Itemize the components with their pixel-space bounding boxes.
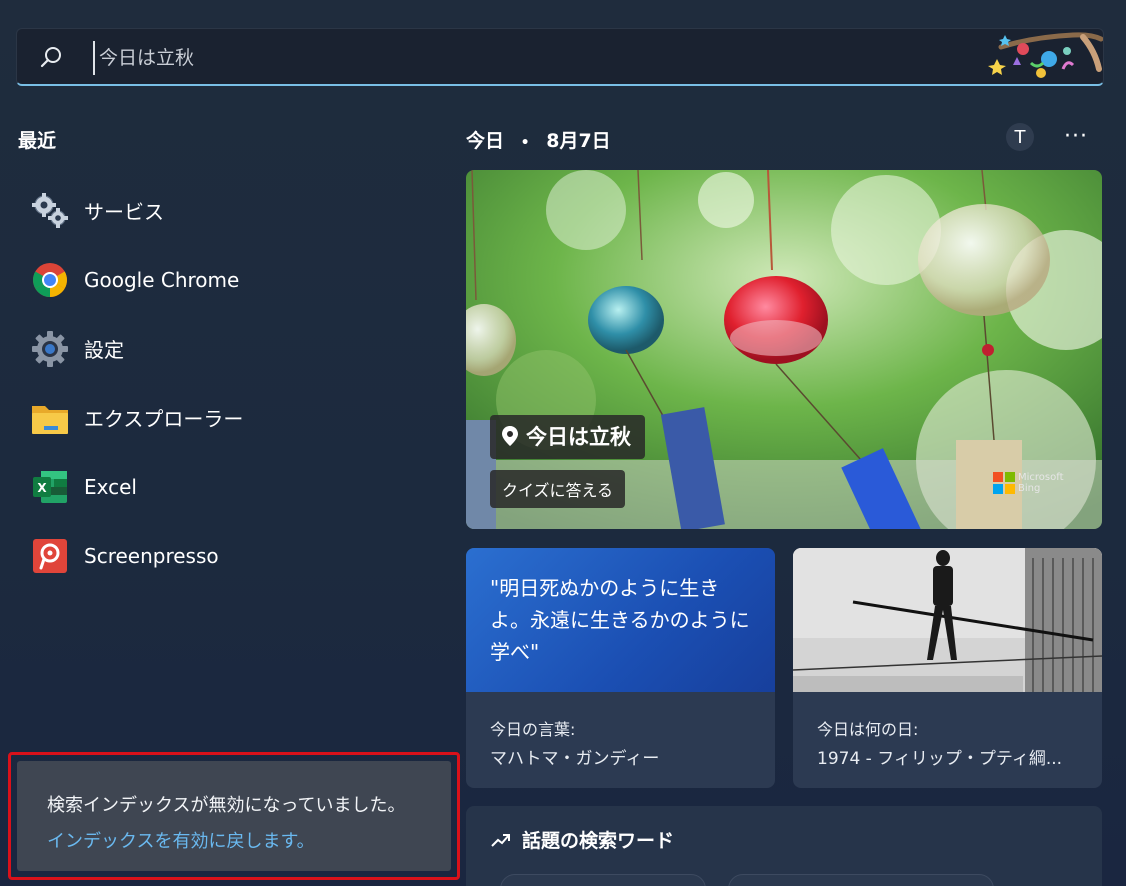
recent-section-title: 最近 bbox=[18, 130, 57, 152]
trending-title: 話題の検索ワード bbox=[490, 826, 1102, 853]
trending-pill[interactable] bbox=[500, 874, 706, 886]
trending-arrow-icon bbox=[491, 833, 510, 847]
today-date: 8月7日 bbox=[546, 130, 611, 152]
hero-card[interactable]: 今日は立秋 クイズに答える Microsoft Bing bbox=[466, 170, 1102, 529]
gears-icon bbox=[30, 191, 70, 231]
recent-item-label: Screenpresso bbox=[84, 543, 219, 568]
quote-label: 今日の言葉: bbox=[490, 720, 576, 739]
today-label: 今日 bbox=[466, 130, 505, 152]
history-label: 今日は何の日: bbox=[817, 720, 919, 739]
avatar[interactable]: T bbox=[1006, 123, 1034, 151]
recent-item-excel[interactable]: X Excel bbox=[30, 452, 430, 521]
search-box[interactable] bbox=[16, 28, 1104, 86]
location-pin-icon bbox=[502, 426, 518, 446]
trending-card: 話題の検索ワード bbox=[466, 806, 1102, 886]
recent-item-settings[interactable]: 設定 bbox=[30, 314, 430, 383]
microsoft-logo-icon bbox=[993, 472, 1015, 494]
autumn-decoration-icon bbox=[988, 32, 1103, 78]
folder-icon bbox=[30, 398, 70, 438]
quote-card[interactable]: "明日死ぬかのように生きよ。永遠に生きるかのように学べ" 今日の言葉: マハトマ… bbox=[466, 548, 775, 788]
microsoft-bing-logo: Microsoft Bing bbox=[993, 472, 1064, 494]
index-notice: 検索インデックスが無効になっていました。 インデックスを有効に戻します。 bbox=[8, 752, 460, 880]
recent-item-label: Excel bbox=[84, 474, 137, 499]
recent-item-explorer[interactable]: エクスプローラー bbox=[30, 383, 430, 452]
excel-icon: X bbox=[30, 467, 70, 507]
trending-pill[interactable] bbox=[728, 874, 994, 886]
index-notice-panel: 検索インデックスが無効になっていました。 インデックスを有効に戻します。 bbox=[17, 761, 451, 871]
recent-item-screenpresso[interactable]: Screenpresso bbox=[30, 521, 430, 590]
recent-item-label: エクスプローラー bbox=[84, 407, 244, 431]
recent-item-label: 設定 bbox=[84, 338, 124, 362]
quote-text: "明日死ぬかのように生きよ。永遠に生きるかのように学べ" bbox=[466, 548, 775, 692]
settings-gear-icon bbox=[30, 329, 70, 369]
hero-title[interactable]: 今日は立秋 bbox=[490, 415, 645, 459]
tightrope-photo bbox=[793, 548, 1102, 692]
history-text: 1974 - フィリップ・プティ綱... bbox=[817, 749, 1063, 769]
svg-text:X: X bbox=[37, 481, 47, 495]
today-header: 今日 • 8月7日 bbox=[466, 126, 611, 153]
search-input[interactable] bbox=[93, 41, 973, 75]
more-options-icon[interactable]: ··· bbox=[1064, 124, 1088, 149]
history-card[interactable]: 今日は何の日: 1974 - フィリップ・プティ綱... bbox=[793, 548, 1102, 788]
recent-item-label: サービス bbox=[84, 200, 164, 224]
index-notice-text: 検索インデックスが無効になっていました。 bbox=[47, 795, 406, 816]
recent-item-services[interactable]: サービス bbox=[30, 176, 430, 245]
recent-item-label: Google Chrome bbox=[84, 267, 240, 292]
search-icon bbox=[40, 47, 61, 68]
enable-index-link[interactable]: インデックスを有効に戻します。 bbox=[47, 827, 451, 853]
chrome-icon bbox=[30, 260, 70, 300]
quiz-button[interactable]: クイズに答える bbox=[490, 470, 626, 508]
quote-author: マハトマ・ガンディー bbox=[490, 749, 660, 769]
today-separator: • bbox=[520, 135, 530, 151]
recent-list: サービス Google Chrome 設定 エクスプローラー X Excel S… bbox=[30, 176, 430, 590]
bing-line1: Microsoft bbox=[1018, 472, 1064, 483]
recent-item-chrome[interactable]: Google Chrome bbox=[30, 245, 430, 314]
screenpresso-icon bbox=[30, 536, 70, 576]
trending-title-text: 話題の検索ワード bbox=[522, 830, 675, 852]
hero-title-text: 今日は立秋 bbox=[526, 425, 631, 449]
bing-line2: Bing bbox=[1018, 483, 1041, 494]
